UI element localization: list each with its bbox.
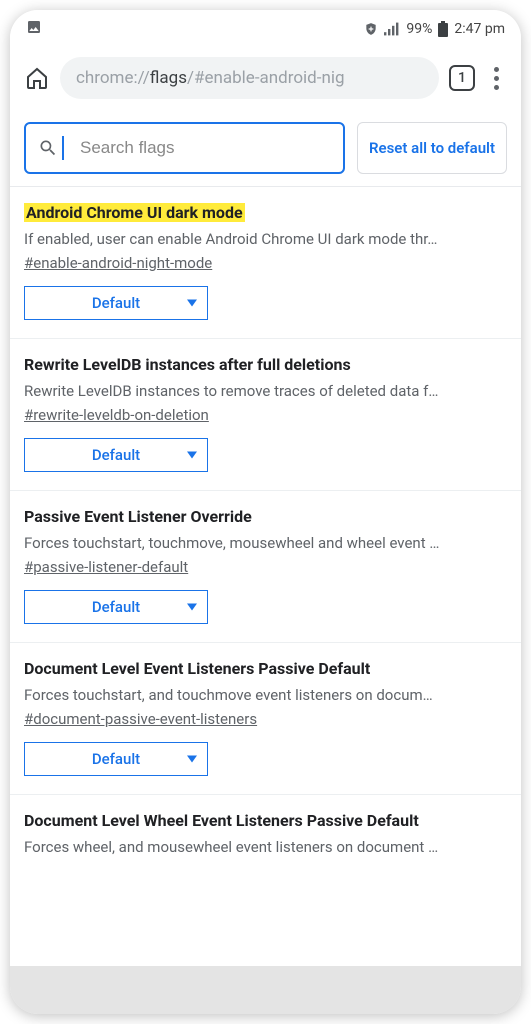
flags-list[interactable]: Android Chrome UI dark mode If enabled, … bbox=[10, 187, 521, 966]
flag-dropdown-value: Default bbox=[92, 598, 140, 616]
search-box[interactable] bbox=[24, 122, 345, 174]
flag-description: Forces wheel, and mousewheel event liste… bbox=[24, 838, 507, 856]
flag-anchor-link[interactable]: #enable-android-night-mode bbox=[24, 254, 212, 272]
flags-search-row: Reset all to default bbox=[10, 108, 521, 187]
flag-dropdown-value: Default bbox=[92, 294, 140, 312]
search-icon bbox=[38, 138, 58, 158]
android-statusbar: 99% 2:47 pm bbox=[10, 10, 521, 48]
tab-count: 1 bbox=[458, 70, 466, 86]
flag-item: Document Level Event Listeners Passive D… bbox=[10, 643, 521, 795]
flag-title: Passive Event Listener Override bbox=[24, 507, 252, 526]
reset-all-label: Reset all to default bbox=[369, 139, 495, 157]
flag-description: Forces touchstart, and touchmove event l… bbox=[24, 686, 507, 704]
flag-description: Forces touchstart, touchmove, mousewheel… bbox=[24, 534, 507, 552]
text-cursor bbox=[62, 136, 64, 160]
flag-title: Document Level Event Listeners Passive D… bbox=[24, 659, 370, 678]
flag-dropdown[interactable]: Default bbox=[24, 438, 208, 472]
flag-anchor-link[interactable]: #rewrite-leveldb-on-deletion bbox=[24, 406, 209, 424]
device-frame: 99% 2:47 pm chrome://flags/#enable-andro… bbox=[10, 10, 521, 1014]
image-icon bbox=[26, 19, 42, 35]
flag-item: Document Level Wheel Event Listeners Pas… bbox=[10, 795, 521, 874]
url-path: /#enable-android-nig bbox=[187, 68, 345, 88]
search-input[interactable] bbox=[80, 138, 331, 158]
battery-percentage: 99% bbox=[406, 21, 432, 37]
clock-time: 2:47 pm bbox=[454, 21, 505, 37]
flag-anchor-link[interactable]: #passive-listener-default bbox=[24, 558, 188, 576]
overflow-menu[interactable] bbox=[485, 67, 507, 90]
flag-anchor-link[interactable]: #document-passive-event-listeners bbox=[24, 710, 257, 728]
browser-toolbar: chrome://flags/#enable-android-nig 1 bbox=[10, 48, 521, 108]
flag-description: If enabled, user can enable Android Chro… bbox=[24, 230, 507, 248]
flag-dropdown-value: Default bbox=[92, 750, 140, 768]
flag-description: Rewrite LevelDB instances to remove trac… bbox=[24, 382, 507, 400]
flag-dropdown-value: Default bbox=[92, 446, 140, 464]
flag-dropdown[interactable]: Default bbox=[24, 742, 208, 776]
flag-dropdown[interactable]: Default bbox=[24, 286, 208, 320]
flag-dropdown[interactable]: Default bbox=[24, 590, 208, 624]
flag-title: Document Level Wheel Event Listeners Pas… bbox=[24, 811, 419, 830]
battery-icon bbox=[438, 21, 448, 37]
url-scheme: chrome:// bbox=[76, 68, 150, 88]
url-bar[interactable]: chrome://flags/#enable-android-nig bbox=[60, 57, 439, 99]
flag-item: Rewrite LevelDB instances after full del… bbox=[10, 339, 521, 491]
home-button[interactable] bbox=[24, 65, 50, 91]
flag-title: Android Chrome UI dark mode bbox=[24, 203, 245, 222]
flag-title: Rewrite LevelDB instances after full del… bbox=[24, 355, 351, 374]
flag-item: Android Chrome UI dark mode If enabled, … bbox=[10, 187, 521, 339]
reset-all-button[interactable]: Reset all to default bbox=[357, 122, 507, 174]
url-host: flags bbox=[150, 68, 187, 88]
data-saver-icon bbox=[364, 22, 378, 36]
tab-switcher[interactable]: 1 bbox=[449, 65, 475, 91]
android-navbar bbox=[10, 966, 521, 1014]
signal-icon bbox=[384, 22, 400, 36]
flag-item: Passive Event Listener Override Forces t… bbox=[10, 491, 521, 643]
